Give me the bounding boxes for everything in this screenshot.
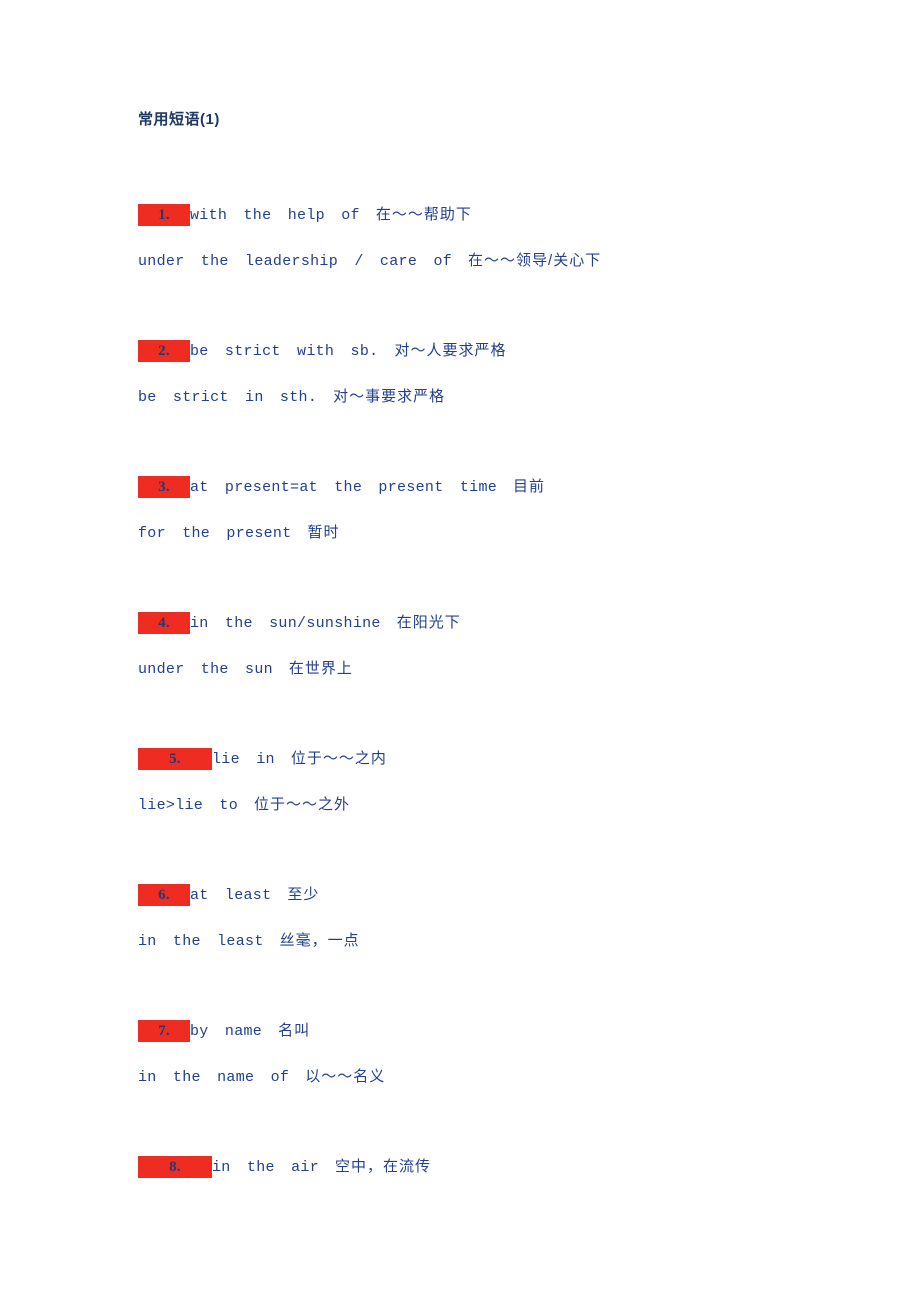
document-content: 常用短语(1) 1. with the help of 在～～帮助下 under th… bbox=[138, 110, 838, 1190]
entry-number-badge: 1. bbox=[138, 204, 190, 227]
phrase-english: be strict with sb. bbox=[190, 343, 379, 360]
entry-number-badge: 5. bbox=[138, 748, 212, 771]
phrase-line-primary: 6. at least 至少 bbox=[138, 872, 838, 918]
phrase-line-secondary: for the present 暂时 bbox=[138, 510, 838, 556]
phrase-english: at least bbox=[190, 887, 272, 904]
phrase-translation: 名叫 bbox=[278, 1022, 311, 1039]
phrase-translation: 目前 bbox=[513, 478, 546, 495]
phrase-entry: 4. in the sun/sunshine 在阳光下 under the sun 在世… bbox=[138, 600, 838, 692]
phrase-english: be strict in sth. bbox=[138, 389, 318, 406]
phrase-english: lie>lie to bbox=[138, 797, 239, 814]
phrase-english: for the present bbox=[138, 525, 292, 542]
phrase-english: in the least bbox=[138, 933, 264, 950]
phrase-line-secondary: under the leadership / care of 在～～领导/关心下 bbox=[138, 238, 838, 284]
phrase-line-secondary: in the least 丝毫，一点 bbox=[138, 918, 838, 964]
phrase-line-secondary: be strict in sth. 对～事要求严格 bbox=[138, 374, 838, 420]
phrase-english: under the sun bbox=[138, 661, 273, 678]
phrase-entry: 7. by name 名叫 in the name of 以～～名义 bbox=[138, 1008, 838, 1100]
entry-number-badge: 2. bbox=[138, 340, 190, 363]
phrase-line-primary: 3. at present=at the present time 目前 bbox=[138, 464, 838, 510]
phrase-english: by name bbox=[190, 1023, 263, 1040]
phrase-entry: 5. lie in 位于～～之内 lie>lie to 位于～～之外 bbox=[138, 736, 838, 828]
entry-number-badge: 8. bbox=[138, 1156, 212, 1179]
phrase-translation: 以～～名义 bbox=[305, 1068, 386, 1085]
phrase-english: under the leadership / care of bbox=[138, 253, 453, 270]
phrase-translation: 在阳光下 bbox=[396, 614, 461, 631]
phrase-entry: 6. at least 至少 in the least 丝毫，一点 bbox=[138, 872, 838, 964]
phrase-line-secondary: lie>lie to 位于～～之外 bbox=[138, 782, 838, 828]
phrase-line-primary: 4. in the sun/sunshine 在阳光下 bbox=[138, 600, 838, 646]
phrase-translation: 至少 bbox=[287, 886, 320, 903]
phrase-line-primary: 5. lie in 位于～～之内 bbox=[138, 736, 838, 782]
phrase-entry: 2. be strict with sb. 对～人要求严格 be strict in … bbox=[138, 328, 838, 420]
phrase-line-primary: 2. be strict with sb. 对～人要求严格 bbox=[138, 328, 838, 374]
document-page: 常用短语(1) 1. with the help of 在～～帮助下 under th… bbox=[0, 0, 920, 1302]
phrase-translation: 对～事要求严格 bbox=[333, 388, 446, 405]
phrase-entry: 3. at present=at the present time 目前 for th… bbox=[138, 464, 838, 556]
phrase-translation: 丝毫，一点 bbox=[279, 932, 360, 949]
phrase-english: with the help of bbox=[190, 207, 360, 224]
phrase-translation: 位于～～之外 bbox=[254, 796, 351, 813]
phrase-line-secondary: in the name of 以～～名义 bbox=[138, 1054, 838, 1100]
phrase-english: at present=at the present time bbox=[190, 479, 498, 496]
phrase-translation: 在～～帮助下 bbox=[375, 206, 472, 223]
phrase-line-primary: 1. with the help of 在～～帮助下 bbox=[138, 192, 838, 238]
phrase-translation: 位于～～之内 bbox=[290, 750, 387, 767]
phrase-translation: 暂时 bbox=[307, 524, 340, 541]
phrase-translation: 在～～领导/关心下 bbox=[468, 252, 602, 269]
phrase-line-primary: 8. in the air 空中，在流传 bbox=[138, 1144, 838, 1190]
phrase-translation: 在世界上 bbox=[288, 660, 353, 677]
entry-number-badge: 6. bbox=[138, 884, 190, 907]
phrase-translation: 对～人要求严格 bbox=[394, 342, 507, 359]
page-title: 常用短语(1) bbox=[138, 111, 220, 128]
phrase-line-secondary: under the sun 在世界上 bbox=[138, 646, 838, 692]
entry-number-badge: 7. bbox=[138, 1020, 190, 1043]
phrase-english: in the sun/sunshine bbox=[190, 615, 381, 632]
phrase-translation: 空中，在流传 bbox=[335, 1158, 432, 1175]
entry-number-badge: 4. bbox=[138, 612, 190, 635]
phrase-entry: 1. with the help of 在～～帮助下 under the leader… bbox=[138, 192, 838, 284]
phrase-entry: 8. in the air 空中，在流传 bbox=[138, 1144, 838, 1190]
phrase-english: in the air bbox=[212, 1159, 320, 1176]
entry-number-badge: 3. bbox=[138, 476, 190, 499]
phrase-english: lie in bbox=[212, 751, 275, 768]
phrase-line-primary: 7. by name 名叫 bbox=[138, 1008, 838, 1054]
phrase-list: 1. with the help of 在～～帮助下 under the leader… bbox=[138, 192, 838, 1190]
phrase-english: in the name of bbox=[138, 1069, 290, 1086]
